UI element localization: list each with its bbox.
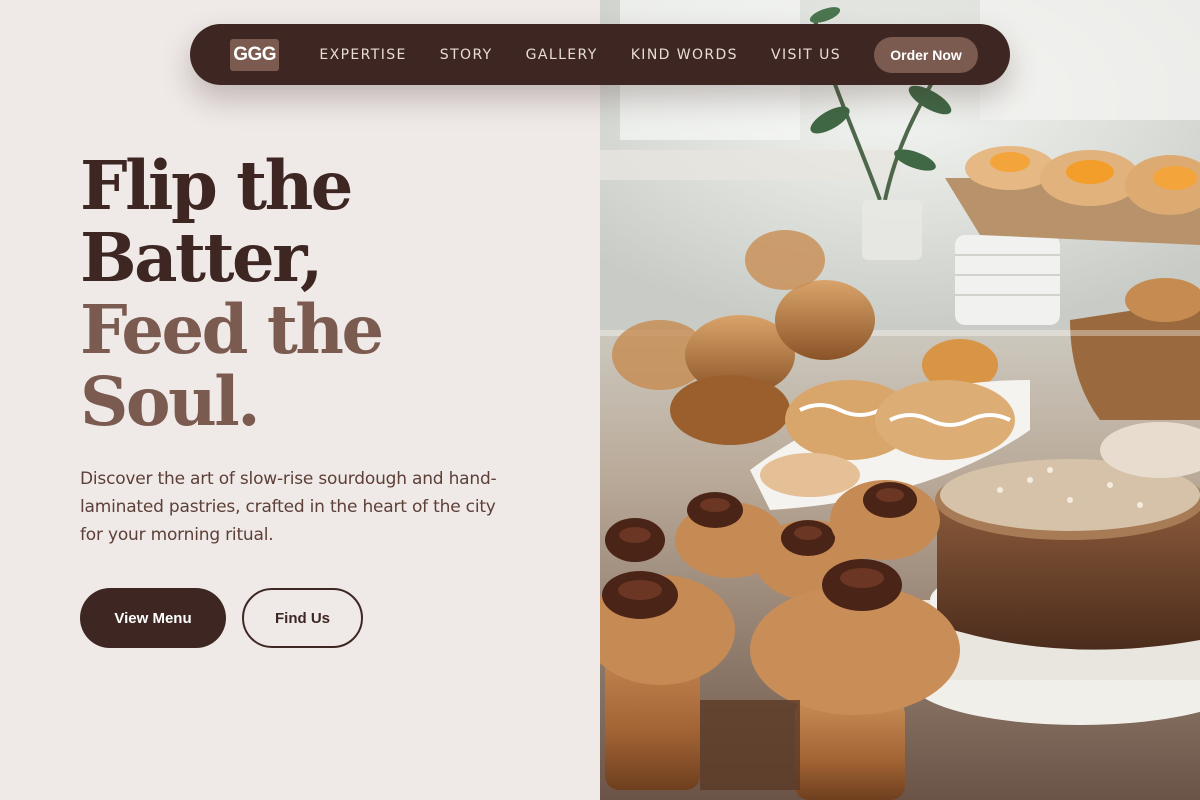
nav-link-expertise[interactable]: EXPERTISE: [319, 47, 406, 63]
hero-title-line: Batter,: [80, 218, 323, 297]
nav-link-kind-words[interactable]: KIND WORDS: [631, 47, 738, 63]
nav-link-visit-us[interactable]: VISIT US: [771, 47, 841, 63]
view-menu-button[interactable]: View Menu: [80, 588, 226, 648]
nav-links: EXPERTISE STORY GALLERY KIND WORDS VISIT…: [319, 47, 874, 63]
order-now-button[interactable]: Order Now: [874, 36, 978, 73]
find-us-button[interactable]: Find Us: [242, 588, 363, 648]
bakery-pastries-illustration: [600, 0, 1200, 800]
hero-title-line: Flip the: [80, 146, 353, 225]
nav-link-story[interactable]: STORY: [440, 47, 493, 63]
nav-link-gallery[interactable]: GALLERY: [526, 47, 598, 63]
hero-description: Discover the art of slow-rise sourdough …: [80, 469, 497, 545]
brand-logo[interactable]: GGG: [230, 38, 280, 71]
hero-bakery-image: [600, 0, 1200, 800]
top-navigation-bar: GGG EXPERTISE STORY GALLERY KIND WORDS V…: [190, 24, 1010, 85]
hero-title-accent-line: Soul.: [80, 362, 261, 441]
hero-title: Flip the Batter, Feed the Soul.: [80, 146, 384, 441]
hero-title-accent-line: Feed the: [80, 290, 384, 369]
